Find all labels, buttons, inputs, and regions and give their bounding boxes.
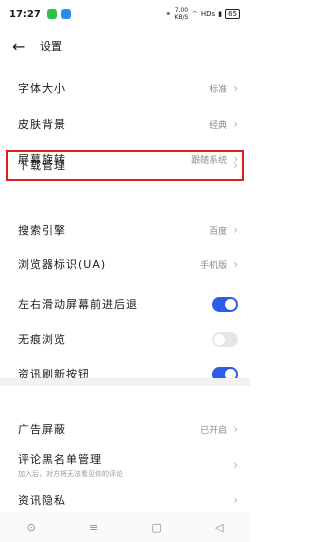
setting-user-agent[interactable]: 浏览器标识(UA) 手机版 ›: [0, 250, 250, 278]
page-title: 设置: [40, 40, 62, 53]
back-arrow-icon[interactable]: ←: [12, 37, 36, 56]
hd-label: HDs: [200, 10, 216, 18]
network-speed: 7.00 KB/S: [174, 7, 189, 21]
status-indicators: ⚭ 7.00 KB/S ⌔ HDs ▮ 65: [166, 7, 240, 21]
section-divider: [0, 378, 250, 386]
back-icon[interactable]: ◁: [215, 521, 223, 534]
status-time: 17:27: [9, 8, 41, 20]
cellular-icon: ▮: [218, 10, 223, 18]
incognito-toggle[interactable]: [212, 331, 238, 347]
signal-icon: ⚭: [165, 10, 172, 18]
wechat-notification-icon: [46, 9, 57, 19]
setting-comment-blacklist[interactable]: 评论黑名单管理 加入后，对方将无法看见你的评论 ›: [0, 448, 250, 482]
setting-search-engine[interactable]: 搜索引擎 百度 ›: [0, 216, 250, 244]
chevron-right-icon: ›: [233, 257, 238, 271]
system-nav-bar: ⊙ ≡ ▢ ◁: [0, 512, 250, 542]
chevron-right-icon: ›: [233, 117, 238, 131]
setting-swipe-navigation: 左右滑动屏幕前进后退: [0, 290, 250, 318]
setting-news-privacy[interactable]: 资讯隐私 ›: [0, 488, 250, 512]
status-bar: 17:27 ⚭ 7.00 KB/S ⌔ HDs ▮ 65: [0, 0, 250, 28]
setting-incognito: 无痕浏览: [0, 325, 250, 353]
chevron-right-icon: ›: [233, 458, 238, 472]
battery-icon: 65: [225, 9, 240, 19]
wifi-icon: ⌔: [191, 9, 198, 18]
assistant-icon[interactable]: ⊙: [27, 521, 36, 534]
chevron-right-icon: ›: [233, 493, 238, 507]
setting-font-size[interactable]: 字体大小 标准 ›: [0, 74, 250, 102]
menu-icon[interactable]: ≡: [89, 521, 98, 534]
setting-ad-block[interactable]: 广告屏蔽 已开启 ›: [0, 415, 250, 443]
chevron-right-icon: ›: [233, 81, 238, 95]
app-notification-icon: [60, 9, 71, 19]
chevron-right-icon: ›: [233, 422, 238, 436]
highlight-box: [6, 150, 244, 181]
swipe-navigation-toggle[interactable]: [212, 296, 238, 312]
page-header: ← 设置: [0, 30, 250, 62]
comment-blacklist-text: 评论黑名单管理 加入后，对方将无法看见你的评论: [18, 453, 123, 478]
home-icon[interactable]: ▢: [151, 521, 161, 534]
chevron-right-icon: ›: [233, 223, 238, 237]
setting-skin[interactable]: 皮肤背景 经典 ›: [0, 110, 250, 138]
